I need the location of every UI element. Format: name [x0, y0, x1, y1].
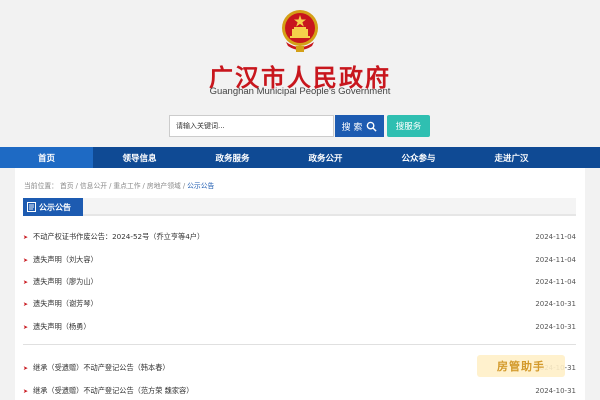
list-item[interactable]: ➤ 遗失声明（谢芳琴） 2024-10-31 [23, 297, 576, 311]
watermark-badge: 房管助手 [477, 355, 565, 377]
list-item[interactable]: ➤ 遗失声明（杨勇） 2024-10-31 [23, 320, 576, 334]
list-item[interactable]: ➤ 不动产权证书作废公告：2024-52号（乔立亨等4户） 2024-11-04 [23, 230, 576, 244]
section-tab: 公示公告 [23, 198, 83, 216]
bullet-arrow-icon: ➤ [23, 256, 29, 264]
breadcrumb: 当前位置： 首页 / 信息公开 / 重点工作 / 房地产领域 / 公示公告 [24, 180, 216, 190]
list-item-date: 2024-11-04 [535, 256, 576, 264]
list-item-title[interactable]: 不动产权证书作废公告：2024-52号（乔立亨等4户） [33, 232, 516, 242]
breadcrumb-item-keywork[interactable]: 重点工作 [113, 182, 140, 190]
nav-item-home[interactable]: 首页 [0, 147, 93, 168]
nav-item-disclosure[interactable]: 政务公开 [279, 147, 372, 168]
list-item-title[interactable]: 遗失声明（廖为山） [33, 277, 516, 287]
breadcrumb-item-current[interactable]: 公示公告 [187, 182, 214, 190]
breadcrumb-item-home[interactable]: 首页 [60, 182, 74, 190]
search-input[interactable] [169, 115, 334, 137]
list-item[interactable]: ➤ 遗失声明（刘大容） 2024-11-04 [23, 253, 576, 267]
nav-item-about[interactable]: 走进广汉 [465, 147, 558, 168]
bullet-arrow-icon: ➤ [23, 387, 29, 395]
breadcrumb-separator: / [75, 182, 78, 190]
search-icon [367, 121, 378, 132]
breadcrumb-item-info[interactable]: 信息公开 [80, 182, 107, 190]
bullet-arrow-icon: ➤ [23, 323, 29, 331]
national-emblem-icon [282, 10, 318, 52]
list-item-date: 2024-11-04 [535, 233, 576, 241]
list-item[interactable]: ➤ 继承（受遗赠）不动产登记公告（范方荣 魏家容） 2024-10-31 [23, 384, 576, 398]
document-icon [27, 202, 36, 212]
nav-item-leaders[interactable]: 领导信息 [93, 147, 186, 168]
watermark-text: 房管助手 [497, 360, 545, 373]
breadcrumb-prefix: 当前位置： [24, 182, 58, 190]
site-subtitle: Guanghan Municipal People's Government [209, 86, 391, 97]
list-item-title[interactable]: 继承（受遗赠）不动产登记公告（范方荣 魏家容） [33, 386, 516, 396]
bullet-arrow-icon: ➤ [23, 300, 29, 308]
list-item-date: 2024-10-31 [535, 300, 576, 308]
bullet-arrow-icon: ➤ [23, 278, 29, 286]
list-item-title[interactable]: 遗失声明（杨勇） [33, 322, 516, 332]
list-item-date: 2024-11-04 [535, 278, 576, 286]
breadcrumb-separator: / [142, 182, 145, 190]
search-button-label: 搜 索 [341, 122, 363, 133]
breadcrumb-separator: / [182, 182, 186, 190]
breadcrumb-separator: / [109, 182, 112, 190]
nav-item-participation[interactable]: 公众参与 [372, 147, 465, 168]
breadcrumb-item-realestate[interactable]: 房地产领域 [147, 182, 181, 190]
list-item-title[interactable]: 遗失声明（刘大容） [33, 255, 516, 265]
list-item-title[interactable]: 继承（受遗赠）不动产登记公告（韩本春） [33, 363, 516, 373]
list-item[interactable]: ➤ 遗失声明（廖为山） 2024-11-04 [23, 275, 576, 289]
list-item-title[interactable]: 遗失声明（谢芳琴） [33, 299, 516, 309]
search-button[interactable]: 搜 索 [335, 115, 384, 137]
bullet-arrow-icon: ➤ [23, 364, 29, 372]
site-header: 广汉市人民政府 Guanghan Municipal People's Gove… [0, 0, 600, 147]
section-header: 公示公告 [23, 198, 576, 216]
list-item-date: 2024-10-31 [535, 323, 576, 331]
list-item-date: 2024-10-31 [535, 387, 576, 395]
search-service-button[interactable]: 搜服务 [387, 115, 430, 137]
main-nav: 首页 领导信息 政务服务 政务公开 公众参与 走进广汉 [0, 147, 600, 168]
list-divider [23, 344, 576, 350]
bullet-arrow-icon: ➤ [23, 233, 29, 241]
section-title: 公示公告 [39, 202, 71, 212]
nav-item-services[interactable]: 政务服务 [186, 147, 279, 168]
